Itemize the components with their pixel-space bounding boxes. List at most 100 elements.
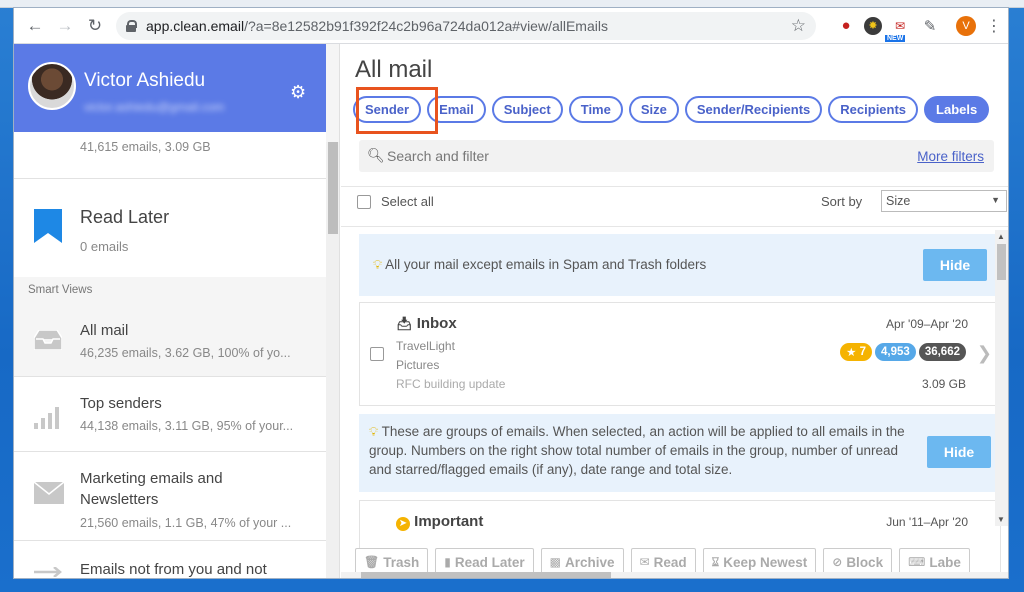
bookmark-icon — [34, 209, 62, 243]
avatar — [28, 62, 76, 110]
scroll-down-arrow-icon[interactable]: ▼ — [997, 515, 1005, 524]
pinwheel-extension-icon[interactable]: ✸ — [864, 16, 882, 35]
forward-arrow-icon[interactable]: → — [50, 11, 80, 41]
lightbulb-icon: 💡︎ — [373, 257, 383, 272]
trash-label: Trash — [383, 554, 420, 570]
lightbulb-icon: 💡︎ — [369, 424, 379, 439]
total-count-badge: 36,662 — [918, 343, 966, 361]
sidebar-item-sub: 21,560 emails, 1.1 GB, 47% of your ... — [80, 516, 292, 530]
groups-scroll-thumb[interactable] — [997, 244, 1006, 280]
info-banner: 💡︎ All your mail except emails in Spam a… — [359, 234, 1001, 296]
starred-count-badge: ★ 7 — [840, 343, 873, 361]
group-line: TravelLight — [396, 339, 455, 353]
more-filters-link[interactable]: More filters — [917, 149, 984, 164]
sort-by-value: Size — [886, 194, 911, 208]
group-line: RFC building update — [396, 377, 506, 391]
groups-scrollbar[interactable]: ▲ ▼ — [995, 230, 1008, 526]
bookmark-star-icon[interactable]: ☆ — [791, 16, 806, 36]
group-line: Pictures — [396, 358, 440, 372]
inbox-tray-icon — [34, 330, 62, 350]
filter-size[interactable]: Size — [628, 96, 679, 123]
block-label: Block — [846, 554, 884, 570]
sidebar-item-sub: 46,235 emails, 3.62 GB, 100% of yo... — [80, 346, 291, 360]
sidebar: Victor Ashiedu victor.ashiedu@gmail.com … — [14, 44, 340, 578]
group-checkbox[interactable] — [370, 347, 384, 361]
page-title: All mail — [355, 56, 433, 83]
pen-extension-icon[interactable]: ✎ — [918, 14, 942, 38]
sort-by-select[interactable]: Size ▼ — [881, 190, 1007, 212]
smart-views-label: Smart Views — [28, 284, 93, 296]
account-stats: 41,615 emails, 3.09 GB — [14, 132, 326, 178]
new-badge: NEW — [885, 34, 906, 42]
info-banner-text: These are groups of emails. When selecte… — [369, 424, 905, 477]
hide-button[interactable]: Hide — [923, 249, 987, 281]
bookmark-icon: ▮ — [444, 555, 451, 569]
select-all[interactable]: Select all — [357, 194, 434, 209]
hide-button[interactable]: Hide — [927, 436, 991, 468]
filter-sender-recipients[interactable]: Sender/Recipients — [684, 96, 823, 123]
sidebar-item-label: Marketing emails and — [80, 470, 223, 487]
unread-count-badge: 4,953 — [875, 343, 916, 361]
inbox-tray-icon: 📥︎ — [396, 316, 413, 331]
group-title: Inbox — [416, 315, 457, 332]
sidebar-item-top-senders[interactable]: Top senders 44,138 emails, 3.11 GB, 95% … — [14, 377, 326, 451]
profile-header: Victor Ashiedu victor.ashiedu@gmail.com … — [14, 44, 326, 132]
search-icon: 🔍︎ — [367, 147, 385, 163]
keep-newest-label: Keep Newest — [723, 554, 808, 570]
cherry-extension-icon[interactable]: ● — [834, 14, 858, 38]
mail-extension-icon[interactable]: ✉ NEW — [885, 14, 912, 42]
search-input[interactable]: 🔍︎ Search and filter More filters — [359, 140, 994, 172]
groups-list: 💡︎ All your mail except emails in Spam a… — [341, 230, 1008, 578]
menu-dots-icon[interactable]: ⋮ — [986, 16, 1002, 36]
sidebar-scroll-thumb[interactable] — [328, 142, 338, 234]
sidebar-item-read-later[interactable]: Read Later 0 emails — [14, 179, 326, 277]
sidebar-item-label: Emails not from you and not — [80, 561, 267, 578]
address-bar[interactable]: app.clean.email/?a=8e12582b91f392f24c2b9… — [116, 11, 816, 40]
reload-icon[interactable]: ↻ — [80, 11, 110, 41]
filter-labels[interactable]: Labels — [924, 96, 990, 123]
filter-subject[interactable]: Subject — [491, 96, 563, 123]
profile-name: Victor Ashiedu — [84, 70, 206, 91]
sidebar-item-label: All mail — [80, 322, 129, 339]
hourglass-icon: ⌛︎ — [711, 554, 720, 569]
sidebar-item-sub: 0 emails — [80, 239, 129, 254]
horizontal-scroll-thumb[interactable] — [361, 572, 611, 578]
back-arrow-icon[interactable]: ← — [20, 11, 50, 41]
info-banner-text: All your mail except emails in Spam and … — [385, 257, 707, 272]
info-banner-groups: 💡︎ These are groups of emails. When sele… — [359, 414, 1001, 492]
chevron-right-icon[interactable]: ❯ — [977, 343, 992, 364]
select-all-checkbox[interactable] — [357, 194, 371, 209]
profile-email: victor.ashiedu@gmail.com — [84, 100, 225, 114]
trash-icon: 🗑︎ — [364, 555, 380, 569]
filter-recipients[interactable]: Recipients — [828, 96, 919, 123]
dropdown-arrow-icon: ▼ — [991, 195, 1000, 205]
gear-icon[interactable]: ⚙ — [290, 82, 306, 103]
labels-label: Labe — [929, 554, 961, 570]
scroll-up-arrow-icon[interactable]: ▲ — [997, 232, 1005, 241]
profile-avatar[interactable]: V — [956, 15, 976, 36]
sort-by-label: Sort by — [821, 194, 863, 209]
filter-chips: Sender Email Subject Time Size Sender/Re… — [353, 96, 990, 123]
open-envelope-icon: ✉ — [639, 555, 650, 569]
sidebar-item-not-from-you[interactable]: Emails not from you and not — [14, 541, 326, 578]
group-inbox[interactable]: 📥︎ Inbox Apr '09–Apr '20 TravelLight Pic… — [359, 302, 1001, 406]
archive-icon: ▩ — [549, 555, 561, 569]
main-panel: All mail Sender Email Subject Time Size … — [341, 44, 1008, 578]
account-stats-text: 41,615 emails, 3.09 GB — [80, 140, 211, 154]
group-title: Important — [414, 513, 484, 530]
sidebar-item-all-mail[interactable]: All mail 46,235 emails, 3.62 GB, 100% of… — [14, 302, 326, 376]
horizontal-scrollbar[interactable] — [341, 572, 1008, 578]
tag-icon: ⌨ — [908, 555, 926, 569]
envelope-icon — [34, 482, 64, 504]
browser-window: ← → ↻ app.clean.email/?a=8e12582b91f392f… — [14, 8, 1008, 578]
url-host: app.clean.email — [146, 17, 245, 34]
read-label: Read — [653, 554, 687, 570]
filter-time[interactable]: Time — [568, 96, 623, 123]
block-icon: ⊘ — [832, 555, 843, 569]
important-arrow-icon: ➤ — [396, 517, 410, 531]
sidebar-item-sub: 44,138 emails, 3.11 GB, 95% of your... — [80, 419, 294, 433]
group-badges: ★ 7 4,953 36,662 — [840, 343, 966, 361]
search-placeholder: Search and filter — [387, 148, 489, 164]
sidebar-scrollbar[interactable] — [326, 142, 339, 578]
sidebar-item-marketing[interactable]: Marketing emails and Newsletters 21,560 … — [14, 452, 326, 540]
